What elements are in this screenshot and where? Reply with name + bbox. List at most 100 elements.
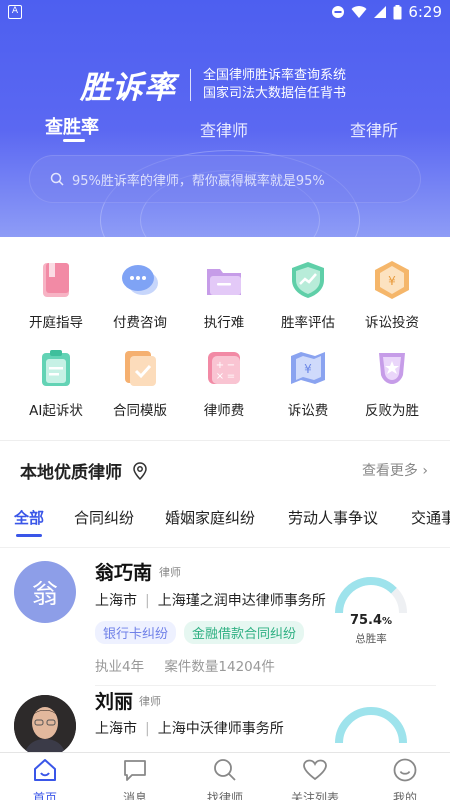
tab-active-indicator <box>63 139 85 142</box>
tab-check-lawyer[interactable]: 查律师 <box>200 117 248 141</box>
avatar <box>14 695 76 753</box>
feature-label: 胜率评估 <box>281 315 335 331</box>
category-tabs: 全部 合同纠纷 婚姻家庭纠纷 劳动人事争议 交通事 <box>0 507 450 541</box>
brand-divider <box>190 68 191 101</box>
home-icon <box>34 759 56 781</box>
feature-label: 反败为胜 <box>365 403 419 419</box>
lawyer-title-tag: 律师 <box>139 695 161 708</box>
category-tab-contract[interactable]: 合同纠纷 <box>74 507 134 528</box>
win-rate-gauge <box>333 705 409 753</box>
search-placeholder: 95%胜诉率的律师，帮你赢得概率就是95% <box>72 173 325 189</box>
win-rate-unit: % <box>382 616 393 627</box>
calculator-icon: + − × = <box>203 347 245 389</box>
category-tab-labor[interactable]: 劳动人事争议 <box>288 507 378 528</box>
category-label: 婚姻家庭纠纷 <box>165 509 256 527</box>
category-tab-marriage-family[interactable]: 婚姻家庭纠纷 <box>165 507 255 528</box>
feature-enforcement[interactable]: 执行难 <box>179 259 269 331</box>
brand-slogan: 全国律师胜诉率查询系统 国家司法大数据信任背书 <box>203 67 346 103</box>
feature-label: 律师费 <box>203 403 245 419</box>
specialty-badges: 银行卡纠纷 金融借款合同纠纷 <box>95 621 305 644</box>
search-bar[interactable]: 95%胜诉率的律师，帮你赢得概率就是95% <box>29 155 421 203</box>
feature-litigation-investment[interactable]: ¥ 诉讼投资 <box>347 259 437 331</box>
lawyer-stats: 执业4年 案件数量14204件 <box>95 655 275 675</box>
tab-follow-list[interactable]: 关注列表 <box>270 753 360 800</box>
feature-litigation-fee[interactable]: ¥ 诉讼费 <box>263 347 353 419</box>
tab-check-win-rate[interactable]: 查胜率 <box>45 113 99 142</box>
clock: 6:29 <box>408 3 442 21</box>
search-lawyer-icon <box>214 759 236 781</box>
lawyer-name: 翁巧南 <box>95 562 153 584</box>
section-title: 本地优质律师 <box>20 463 122 483</box>
wifi-icon <box>351 6 367 19</box>
years-in-practice: 执业4年 <box>95 659 145 675</box>
lawyer-card[interactable]: 刘丽 律师 上海市 | 上海中沃律师事务所 <box>0 689 450 753</box>
avatar: 翁 <box>14 561 76 623</box>
signal-icon <box>374 6 387 18</box>
lawyer-name: 刘丽 <box>95 691 134 713</box>
tab-label: 消息 <box>122 791 147 800</box>
case-count: 案件数量14204件 <box>164 659 275 675</box>
svg-text:¥: ¥ <box>388 274 396 288</box>
tab-profile[interactable]: 我的 <box>360 753 450 800</box>
specialty-badge: 银行卡纠纷 <box>95 621 177 644</box>
category-active-indicator <box>16 534 42 537</box>
battery-icon <box>393 4 402 19</box>
chat-bubble-icon <box>119 259 161 301</box>
category-tab-all[interactable]: 全部 <box>14 507 44 528</box>
feature-turn-defeat-to-victory[interactable]: 反败为胜 <box>347 347 437 419</box>
heart-icon <box>303 759 327 781</box>
win-rate-value: 75.4% <box>333 613 409 628</box>
section-header: 本地优质律师 <box>20 458 150 483</box>
tab-label: 查律所 <box>350 121 399 140</box>
lawyer-location: 上海市 | 上海瑾之润申达律师事务所 <box>95 593 326 609</box>
feature-lawyer-fee[interactable]: + − × = 律师费 <box>179 347 269 419</box>
shield-chart-icon <box>287 259 329 301</box>
hero-tabs: 查胜率 查律师 查律所 <box>0 113 450 143</box>
lawyer-location: 上海市 | 上海中沃律师事务所 <box>95 721 284 737</box>
feature-label: 诉讼投资 <box>365 315 419 331</box>
tab-label: 找律师 <box>206 791 243 800</box>
document-check-icon <box>119 347 161 389</box>
feature-label: 开庭指导 <box>29 315 83 331</box>
hero-banner: 胜诉率 全国律师胜诉率查询系统 国家司法大数据信任背书 查胜率 查律师 查律所 … <box>0 0 450 237</box>
tab-label: 首页 <box>32 791 57 800</box>
location-pin-icon[interactable] <box>130 461 150 481</box>
category-label: 交通事 <box>411 509 450 527</box>
tab-messages[interactable]: 消息 <box>90 753 180 800</box>
svg-text:−: − <box>227 360 235 371</box>
lawyer-title-tag: 律师 <box>159 566 181 579</box>
tab-find-lawyer[interactable]: 找律师 <box>180 753 270 800</box>
feature-paid-consult[interactable]: 付费咨询 <box>95 259 185 331</box>
tab-home[interactable]: 首页 <box>0 753 90 800</box>
category-label: 全部 <box>14 509 45 527</box>
feature-ai-complaint[interactable]: AI起诉状 <box>11 347 101 419</box>
tab-check-law-firm[interactable]: 查律所 <box>350 117 398 141</box>
message-icon <box>124 760 146 781</box>
chevron-right-icon: › <box>422 463 428 479</box>
lawyer-city: 上海市 <box>95 593 137 609</box>
bottom-tab-bar: 首页 消息 找律师 关注列表 我的 <box>0 752 450 800</box>
category-label: 合同纠纷 <box>74 509 135 527</box>
win-rate-gauge: 75.4% 总胜率 <box>333 575 409 655</box>
tab-label: 关注列表 <box>290 791 339 800</box>
lawyer-card[interactable]: 翁 翁巧南 律师 上海市 | 上海瑾之润申达律师事务所 银行卡纠纷 金融借款合同纠纷… <box>0 553 450 685</box>
yuan-map-icon: ¥ <box>287 347 329 389</box>
view-more-link[interactable]: 查看更多 › <box>362 460 428 480</box>
search-icon <box>50 172 64 186</box>
divider <box>0 547 450 548</box>
win-rate-gauge-fill <box>335 577 397 614</box>
clipboard-icon <box>35 347 77 389</box>
feature-contract-templates[interactable]: 合同模版 <box>95 347 185 419</box>
feature-win-rate-assessment[interactable]: 胜率评估 <box>263 259 353 331</box>
tab-label: 查胜率 <box>45 117 99 138</box>
category-tab-traffic[interactable]: 交通事 <box>411 507 450 528</box>
feature-grid: 开庭指导 付费咨询 执行难 胜率评估 ¥ 诉讼投资 AI起诉状 合同模版 + −… <box>0 237 450 440</box>
profile-smile-icon <box>393 758 417 782</box>
trophy-icon <box>371 347 413 389</box>
yuan-hexagon-icon: ¥ <box>371 259 413 301</box>
svg-text:+: + <box>216 360 224 371</box>
tab-label: 我的 <box>392 791 417 800</box>
svg-text:=: = <box>227 371 235 382</box>
feature-trial-guidance[interactable]: 开庭指导 <box>11 259 101 331</box>
lawyer-city: 上海市 <box>95 721 137 737</box>
